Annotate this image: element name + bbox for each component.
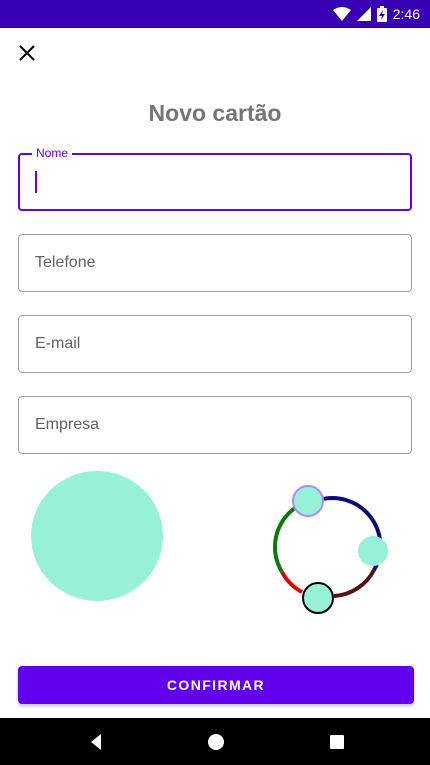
nome-label: Nome — [32, 146, 73, 160]
signal-icon — [356, 7, 371, 21]
wheel-segment-red — [280, 570, 304, 594]
wheel-segment-darkred — [333, 569, 376, 598]
nome-field[interactable]: Nome — [18, 146, 412, 211]
color-wheel[interactable] — [262, 480, 392, 615]
wheel-handle-top[interactable] — [292, 485, 324, 517]
wheel-handle-bottom[interactable] — [302, 582, 334, 614]
wheel-segment-green — [272, 504, 300, 574]
back-icon[interactable] — [86, 731, 108, 753]
telefone-placeholder: Telefone — [35, 254, 96, 271]
status-bar: 2:46 — [0, 0, 430, 28]
telefone-field[interactable]: Telefone — [18, 234, 412, 292]
empresa-field[interactable]: Empresa — [18, 396, 412, 454]
status-time: 2:46 — [392, 6, 420, 22]
wheel-handle-right[interactable] — [358, 536, 388, 566]
close-button[interactable] — [12, 40, 42, 70]
navigation-bar — [0, 718, 430, 765]
color-preview — [31, 471, 163, 601]
empresa-placeholder: Empresa — [35, 416, 100, 433]
confirm-button[interactable]: CONFIRMAR — [18, 666, 414, 704]
home-icon[interactable] — [205, 731, 227, 753]
email-placeholder: E-mail — [35, 335, 81, 352]
close-icon — [19, 44, 35, 66]
email-field[interactable]: E-mail — [18, 315, 412, 373]
page-title: Novo cartão — [148, 100, 282, 126]
battery-charging-icon — [376, 6, 387, 22]
wifi-icon — [332, 7, 351, 21]
text-cursor — [35, 171, 37, 193]
status-icons: 2:46 — [332, 4, 420, 24]
recents-icon[interactable] — [326, 731, 348, 753]
